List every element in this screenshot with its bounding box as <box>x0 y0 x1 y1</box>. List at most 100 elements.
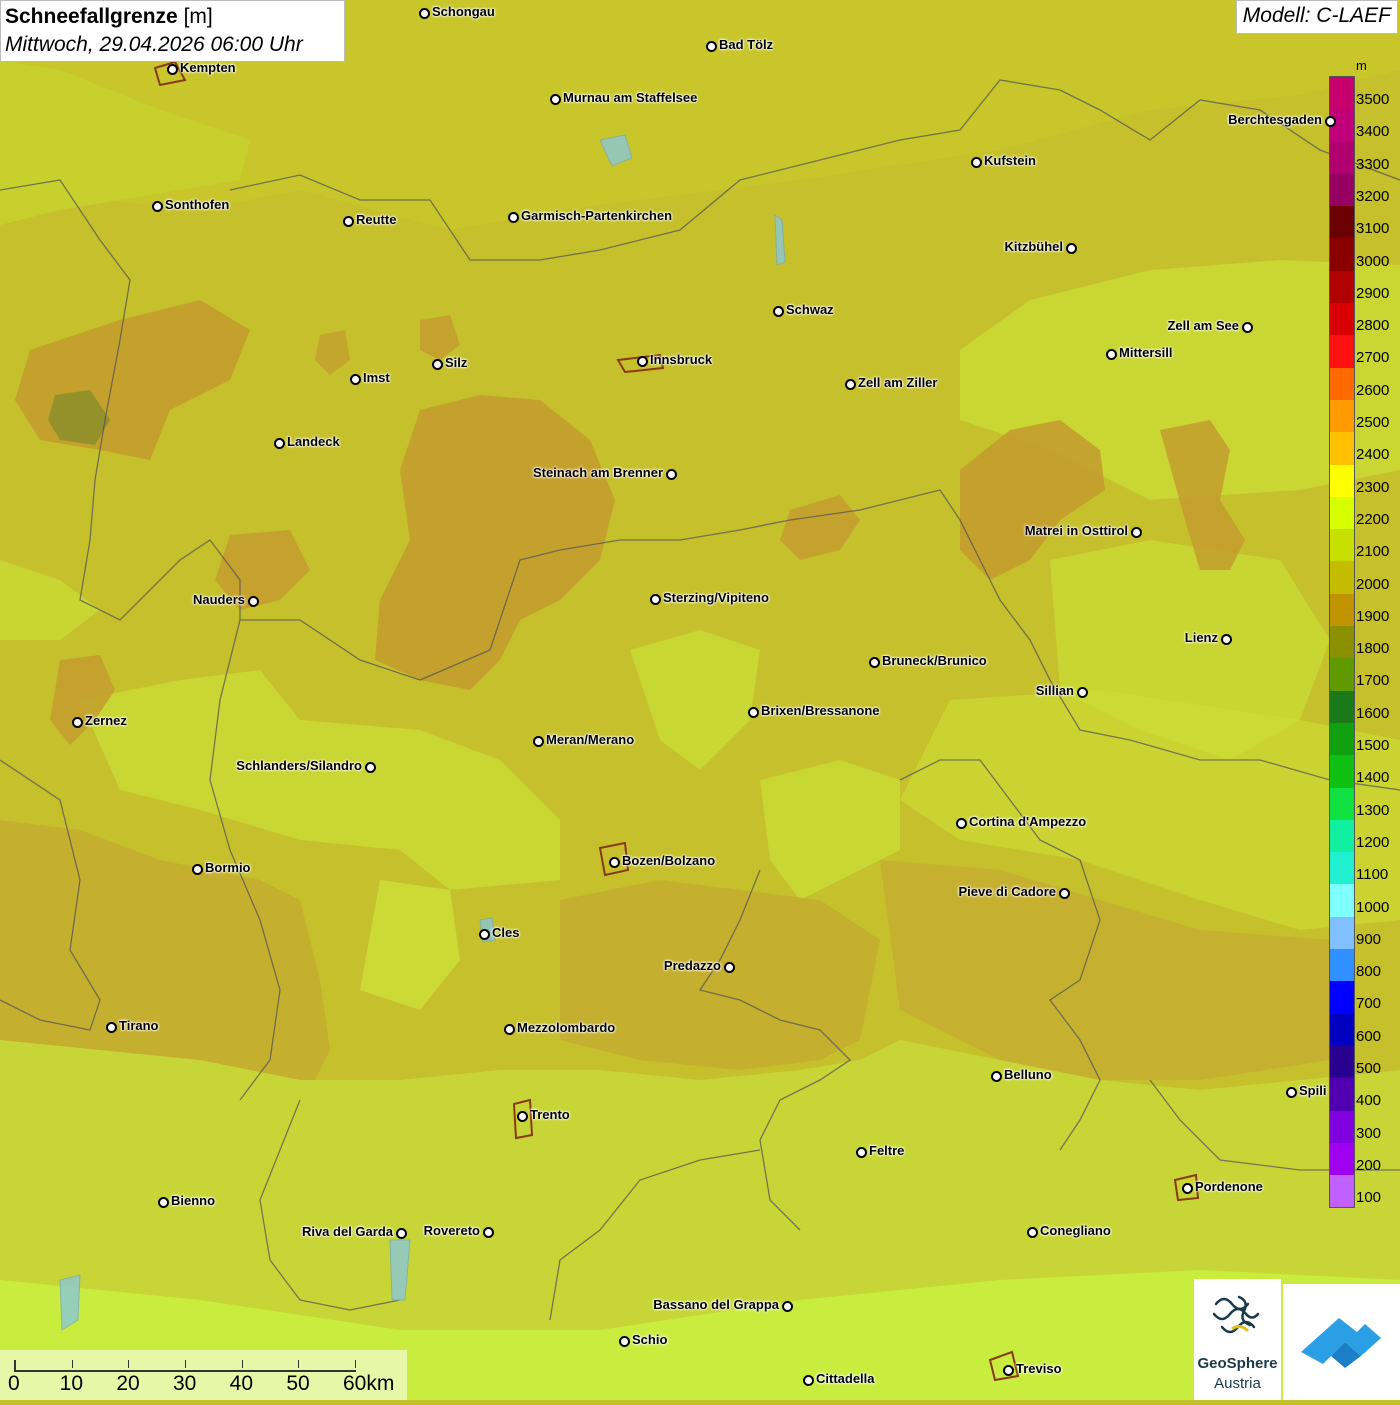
city-label[interactable]: Zernez <box>85 714 127 728</box>
city-marker[interactable] <box>1182 1183 1193 1194</box>
city-label[interactable]: Schio <box>632 1333 667 1347</box>
city-label[interactable]: Nauders <box>193 593 245 607</box>
city-label[interactable]: Landeck <box>287 435 340 449</box>
city-label[interactable]: Zell am Ziller <box>858 376 937 390</box>
city-marker[interactable] <box>550 94 561 105</box>
city-label[interactable]: Mittersill <box>1119 346 1172 360</box>
city-label[interactable]: Silz <box>445 356 467 370</box>
city-marker[interactable] <box>650 594 661 605</box>
city-label[interactable]: Rovereto <box>424 1224 480 1238</box>
city-label[interactable]: Tirano <box>119 1019 159 1033</box>
city-marker[interactable] <box>637 356 648 367</box>
city-label[interactable]: Riva del Garda <box>302 1225 393 1239</box>
city-label[interactable]: Bienno <box>171 1194 215 1208</box>
city-marker[interactable] <box>533 736 544 747</box>
city-label[interactable]: Sterzing/Vipiteno <box>663 591 769 605</box>
city-marker[interactable] <box>782 1301 793 1312</box>
city-label[interactable]: Lienz <box>1185 631 1218 645</box>
city-label[interactable]: Meran/Merano <box>546 733 634 747</box>
city-label[interactable]: Garmisch-Partenkirchen <box>521 209 672 223</box>
city-label[interactable]: Bruneck/Brunico <box>882 654 987 668</box>
city-label[interactable]: Sillian <box>1036 684 1074 698</box>
city-marker[interactable] <box>396 1228 407 1239</box>
city-label[interactable]: Kufstein <box>984 154 1036 168</box>
city-marker[interactable] <box>1325 116 1336 127</box>
city-marker[interactable] <box>167 64 178 75</box>
city-label[interactable]: Mezzolombardo <box>517 1021 615 1035</box>
city-marker[interactable] <box>152 201 163 212</box>
city-marker[interactable] <box>956 818 967 829</box>
city-marker[interactable] <box>1066 243 1077 254</box>
city-marker[interactable] <box>1106 349 1117 360</box>
city-label[interactable]: Brixen/Bressanone <box>761 704 880 718</box>
city-marker[interactable] <box>274 438 285 449</box>
city-label[interactable]: Reutte <box>356 213 396 227</box>
city-label[interactable]: Imst <box>363 371 390 385</box>
city-label[interactable]: Murnau am Staffelsee <box>563 91 697 105</box>
city-label[interactable]: Bad Tölz <box>719 38 773 52</box>
city-label[interactable]: Berchtesgaden <box>1228 113 1322 127</box>
city-marker[interactable] <box>666 469 677 480</box>
city-marker[interactable] <box>1027 1227 1038 1238</box>
city-marker[interactable] <box>803 1375 814 1386</box>
geosphere-logo[interactable]: GeoSphere Austria <box>1194 1279 1281 1400</box>
city-label[interactable]: Zell am See <box>1167 319 1239 333</box>
city-marker[interactable] <box>432 359 443 370</box>
city-marker[interactable] <box>609 857 620 868</box>
city-label[interactable]: Bozen/Bolzano <box>622 854 715 868</box>
city-label[interactable]: Trento <box>530 1108 570 1122</box>
city-marker[interactable] <box>504 1024 515 1035</box>
city-marker[interactable] <box>845 379 856 390</box>
city-marker[interactable] <box>192 864 203 875</box>
city-label[interactable]: Kitzbühel <box>1005 240 1064 254</box>
city-marker[interactable] <box>517 1111 528 1122</box>
city-marker[interactable] <box>748 707 759 718</box>
city-label[interactable]: Conegliano <box>1040 1224 1111 1238</box>
city-label[interactable]: Matrei in Osttirol <box>1025 524 1128 538</box>
city-label[interactable]: Schongau <box>432 5 495 19</box>
city-marker[interactable] <box>508 212 519 223</box>
city-label[interactable]: Cittadella <box>816 1372 875 1386</box>
city-label[interactable]: Sonthofen <box>165 198 229 212</box>
city-marker[interactable] <box>619 1336 630 1347</box>
city-label[interactable]: Pieve di Cadore <box>958 885 1056 899</box>
city-marker[interactable] <box>856 1147 867 1158</box>
city-marker[interactable] <box>869 657 880 668</box>
city-marker[interactable] <box>248 596 259 607</box>
city-marker[interactable] <box>991 1071 1002 1082</box>
city-marker[interactable] <box>971 157 982 168</box>
city-marker[interactable] <box>350 374 361 385</box>
city-marker[interactable] <box>343 216 354 227</box>
city-label[interactable]: Cles <box>492 926 519 940</box>
city-label[interactable]: Treviso <box>1016 1362 1062 1376</box>
city-label[interactable]: Schlanders/Silandro <box>236 759 362 773</box>
city-label[interactable]: Kempten <box>180 61 236 75</box>
city-label[interactable]: Pordenone <box>1195 1180 1263 1194</box>
city-label[interactable]: Belluno <box>1004 1068 1052 1082</box>
city-marker[interactable] <box>1242 322 1253 333</box>
city-marker[interactable] <box>1286 1087 1297 1098</box>
city-marker[interactable] <box>724 962 735 973</box>
city-label[interactable]: Spili <box>1299 1084 1326 1098</box>
city-marker[interactable] <box>483 1227 494 1238</box>
city-marker[interactable] <box>706 41 717 52</box>
city-label[interactable]: Predazzo <box>664 959 721 973</box>
city-label[interactable]: Steinach am Brenner <box>533 466 663 480</box>
city-marker[interactable] <box>773 306 784 317</box>
city-marker[interactable] <box>1003 1365 1014 1376</box>
city-marker[interactable] <box>1221 634 1232 645</box>
city-label[interactable]: Cortina d'Ampezzo <box>969 815 1086 829</box>
city-marker[interactable] <box>72 717 83 728</box>
city-marker[interactable] <box>365 762 376 773</box>
city-marker[interactable] <box>158 1197 169 1208</box>
city-label[interactable]: Bormio <box>205 861 251 875</box>
city-marker[interactable] <box>1059 888 1070 899</box>
city-label[interactable]: Feltre <box>869 1144 904 1158</box>
city-marker[interactable] <box>479 929 490 940</box>
app-logo[interactable] <box>1283 1284 1400 1400</box>
city-marker[interactable] <box>1131 527 1142 538</box>
city-label[interactable]: Innsbruck <box>650 353 712 367</box>
city-label[interactable]: Schwaz <box>786 303 834 317</box>
city-marker[interactable] <box>1077 687 1088 698</box>
city-label[interactable]: Bassano del Grappa <box>653 1298 779 1312</box>
